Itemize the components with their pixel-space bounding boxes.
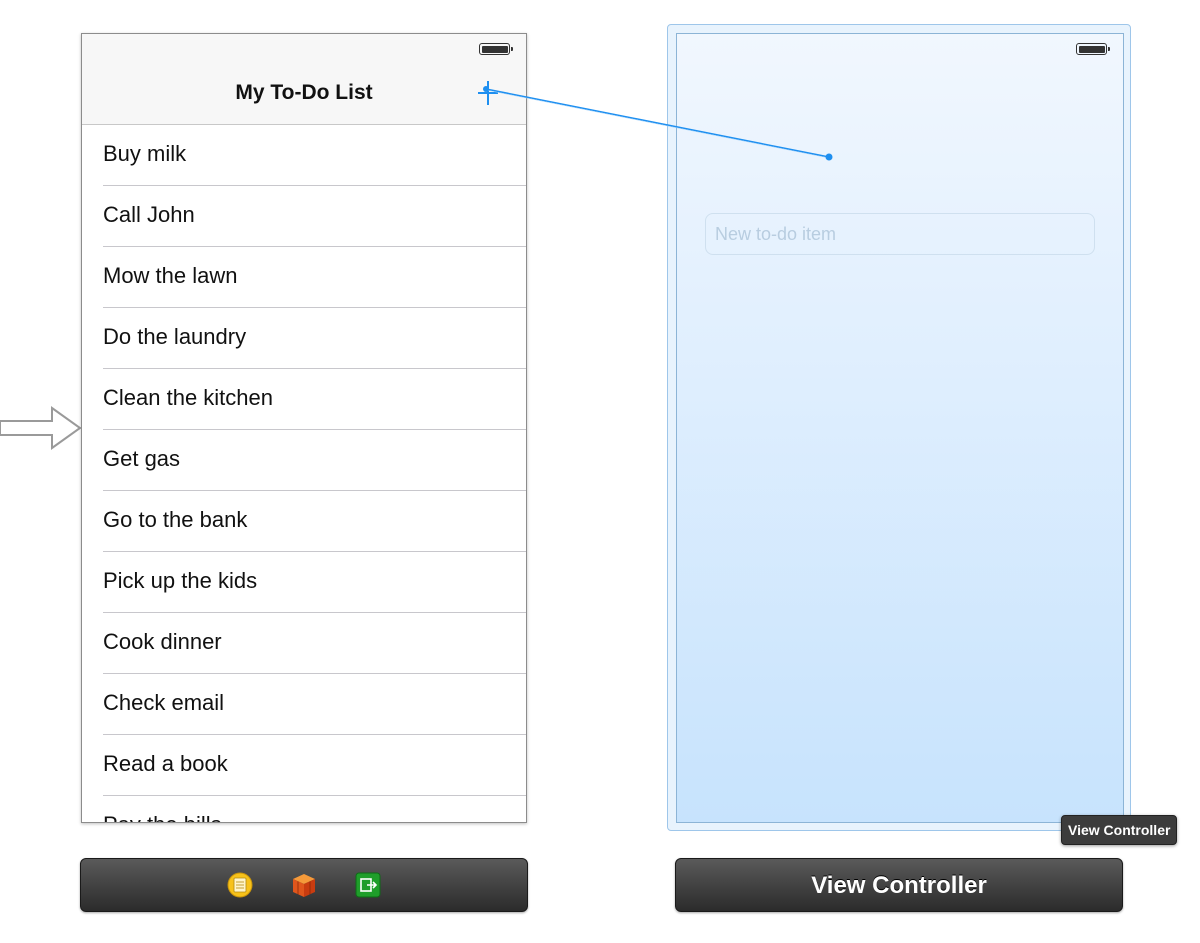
table-cell[interactable]: Do the laundry xyxy=(82,308,526,369)
battery-icon xyxy=(479,43,513,55)
status-bar xyxy=(677,34,1123,60)
add-icon-horizontal xyxy=(478,92,498,94)
table-cell[interactable]: Read a book xyxy=(82,735,526,796)
cell-label: Cook dinner xyxy=(103,629,222,654)
table-view-controller-scene[interactable]: My To-Do List Buy milk Call John Mow the… xyxy=(81,33,527,823)
table-view[interactable]: Buy milk Call John Mow the lawn Do the l… xyxy=(82,125,526,822)
navigation-bar: My To-Do List xyxy=(82,34,526,125)
cell-label: Do the laundry xyxy=(103,324,247,349)
cell-label: Mow the lawn xyxy=(103,263,238,288)
storyboard-entry-arrow-icon[interactable] xyxy=(0,400,84,456)
table-cell[interactable]: Mow the lawn xyxy=(82,247,526,308)
scene-dock-left[interactable] xyxy=(80,858,528,912)
view-controller-cube-icon[interactable] xyxy=(290,871,318,899)
exit-icon[interactable] xyxy=(354,871,382,899)
cell-label: Call John xyxy=(103,202,195,227)
cell-label: Get gas xyxy=(103,446,181,471)
nav-title: My To-Do List xyxy=(235,81,373,104)
dock-icons xyxy=(81,871,527,899)
cell-label: Go to the bank xyxy=(103,507,248,532)
table-cell[interactable]: Cook dinner xyxy=(82,613,526,674)
view-controller-scene[interactable] xyxy=(676,33,1124,823)
table-cell[interactable]: Check email xyxy=(82,674,526,735)
table-cell[interactable]: Go to the bank xyxy=(82,491,526,552)
table-cell[interactable]: Call John xyxy=(82,186,526,247)
dock-title: View Controller xyxy=(811,872,987,899)
table-cell[interactable]: Clean the kitchen xyxy=(82,369,526,430)
add-bar-button-item[interactable] xyxy=(478,81,498,105)
table-cell[interactable]: Pay the bills xyxy=(82,796,526,822)
table-cell[interactable]: Pick up the kids xyxy=(82,552,526,613)
cell-label: Buy milk xyxy=(103,141,187,166)
first-responder-icon[interactable] xyxy=(226,871,254,899)
table-cell[interactable]: Buy milk xyxy=(82,125,526,186)
view-controller-tooltip: View Controller xyxy=(1061,815,1178,845)
table-cell[interactable]: Get gas xyxy=(82,430,526,491)
cell-label: Pick up the kids xyxy=(103,568,258,593)
battery-icon xyxy=(1076,43,1110,55)
cell-label: Check email xyxy=(103,690,225,715)
scene-dock-right[interactable]: View Controller xyxy=(675,858,1123,912)
cell-label: Clean the kitchen xyxy=(103,385,273,410)
status-bar xyxy=(82,34,526,60)
cell-label: Pay the bills xyxy=(103,812,222,822)
cell-label: Read a book xyxy=(103,751,228,776)
new-todo-text-field[interactable] xyxy=(705,213,1095,255)
